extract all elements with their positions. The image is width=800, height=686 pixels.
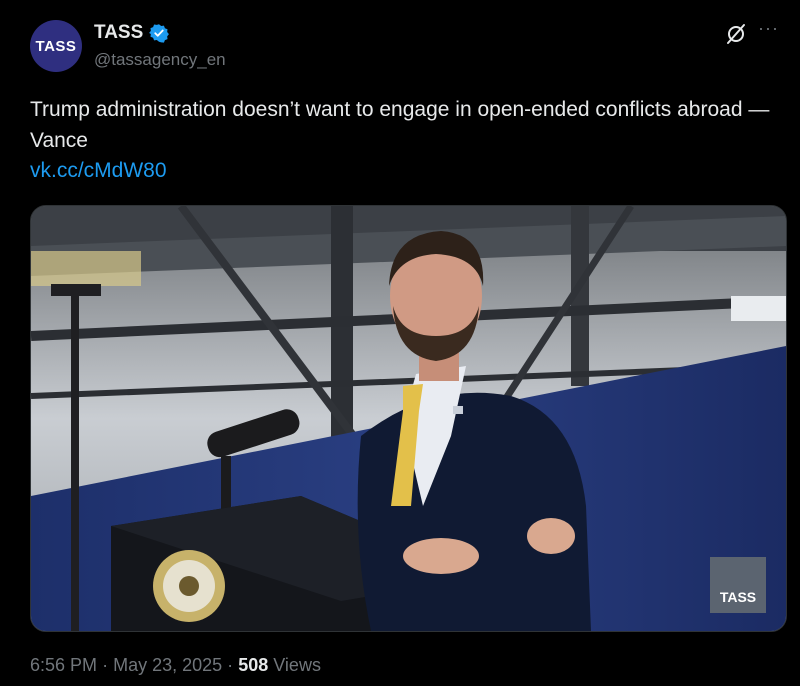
account-name[interactable]: TASS <box>94 22 143 44</box>
tass-watermark-text: TASS <box>719 589 757 605</box>
tweet-text: Trump administration doesn’t want to eng… <box>30 98 770 152</box>
views-count: 508 <box>238 655 269 675</box>
meta-separator: · <box>102 655 109 675</box>
avatar[interactable]: TASS <box>30 20 82 72</box>
avatar-text: TASS <box>35 37 77 55</box>
tweet-photo[interactable]: TASS <box>30 205 787 632</box>
tweet-link[interactable]: vk.cc/cMdW80 <box>30 159 167 183</box>
account-name-row: TASS <box>94 22 170 44</box>
grok-icon[interactable] <box>724 22 748 46</box>
tass-watermark: TASS <box>710 557 766 613</box>
more-icon[interactable]: ··· <box>758 18 779 39</box>
views-label: Views <box>273 655 321 675</box>
photo-illustration <box>31 206 786 631</box>
verified-badge-icon <box>149 24 170 43</box>
tweet-meta: 6:56 PM · May 23, 2025 · 508 Views <box>30 655 321 676</box>
account-handle[interactable]: @tassagency_en <box>94 50 226 70</box>
meta-separator: · <box>227 655 234 675</box>
tweet-date[interactable]: May 23, 2025 <box>113 655 222 675</box>
tweet-time[interactable]: 6:56 PM <box>30 655 97 675</box>
